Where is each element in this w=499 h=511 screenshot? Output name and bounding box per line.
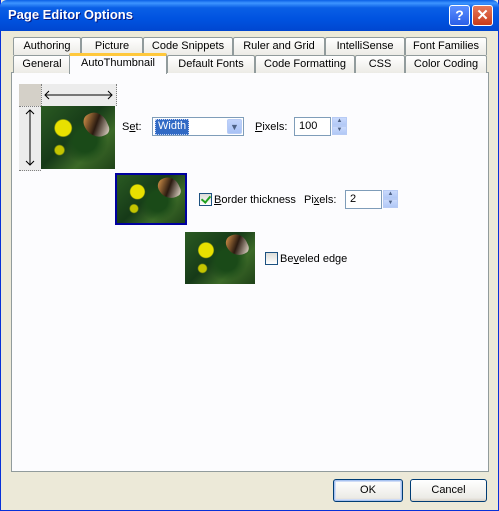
tab-autothumbnail[interactable]: AutoThumbnail — [69, 53, 167, 74]
height-arrow-icon — [25, 109, 35, 166]
title-bar: Page Editor Options ? ✕ — [0, 0, 499, 31]
autothumbnail-panel: Set: Width ▼ Pixels: 100 ▲ ▼ Border thic… — [11, 72, 489, 472]
border-thickness-checkbox[interactable] — [199, 193, 212, 206]
width-arrow-icon — [44, 90, 113, 100]
pixels-width-spinner[interactable]: ▲ ▼ — [332, 117, 347, 135]
width-ruler — [41, 84, 117, 106]
pixels-width-input[interactable]: 100 — [294, 117, 331, 136]
cancel-button[interactable]: Cancel — [410, 479, 487, 502]
tab-code-formatting[interactable]: Code Formatting — [255, 55, 355, 73]
sample-thumbnail-bordered — [115, 173, 187, 225]
tabs-row-front: General AutoThumbnail Default Fonts Code… — [11, 53, 489, 74]
sample-thumbnail-beveled — [185, 232, 255, 284]
beveled-edge-checkbox[interactable] — [265, 252, 278, 265]
page-editor-options-dialog: Page Editor Options ? ✕ Authoring Pictur… — [0, 0, 499, 511]
beveled-edge-label[interactable]: Beveled edge — [280, 253, 347, 265]
height-ruler — [19, 106, 41, 171]
pixels-border-label: Pixels: — [304, 194, 337, 206]
help-button[interactable]: ? — [449, 5, 470, 26]
tab-general[interactable]: General — [13, 55, 71, 73]
spin-up-icon[interactable]: ▲ — [332, 117, 347, 126]
border-thickness-label[interactable]: Border thickness — [214, 194, 296, 206]
dialog-title: Page Editor Options — [8, 7, 133, 22]
spin-up-icon[interactable]: ▲ — [383, 190, 398, 199]
tab-default-fonts[interactable]: Default Fonts — [167, 55, 255, 73]
pixels-border-spinner[interactable]: ▲ ▼ — [383, 190, 398, 208]
set-dropdown-value: Width — [155, 119, 190, 135]
set-label: Set: — [122, 121, 142, 133]
tab-font-families[interactable]: Font Families — [405, 37, 487, 55]
sample-thumbnail-large — [41, 106, 115, 169]
spin-down-icon[interactable]: ▼ — [383, 199, 398, 208]
size-diagram — [19, 84, 117, 171]
tab-css[interactable]: CSS — [355, 55, 405, 73]
chevron-down-icon[interactable]: ▼ — [227, 119, 242, 134]
set-dropdown[interactable]: Width ▼ — [152, 117, 244, 136]
pixels-border-input[interactable]: 2 — [345, 190, 382, 209]
ok-button[interactable]: OK — [333, 479, 403, 502]
spin-down-icon[interactable]: ▼ — [332, 126, 347, 135]
tab-ruler-and-grid[interactable]: Ruler and Grid — [233, 37, 325, 55]
butterfly-photo — [41, 106, 115, 169]
tab-intellisense[interactable]: IntelliSense — [325, 37, 405, 55]
close-button[interactable]: ✕ — [472, 5, 493, 26]
pixels-label: Pixels: — [255, 121, 288, 133]
tab-color-coding[interactable]: Color Coding — [405, 55, 487, 73]
